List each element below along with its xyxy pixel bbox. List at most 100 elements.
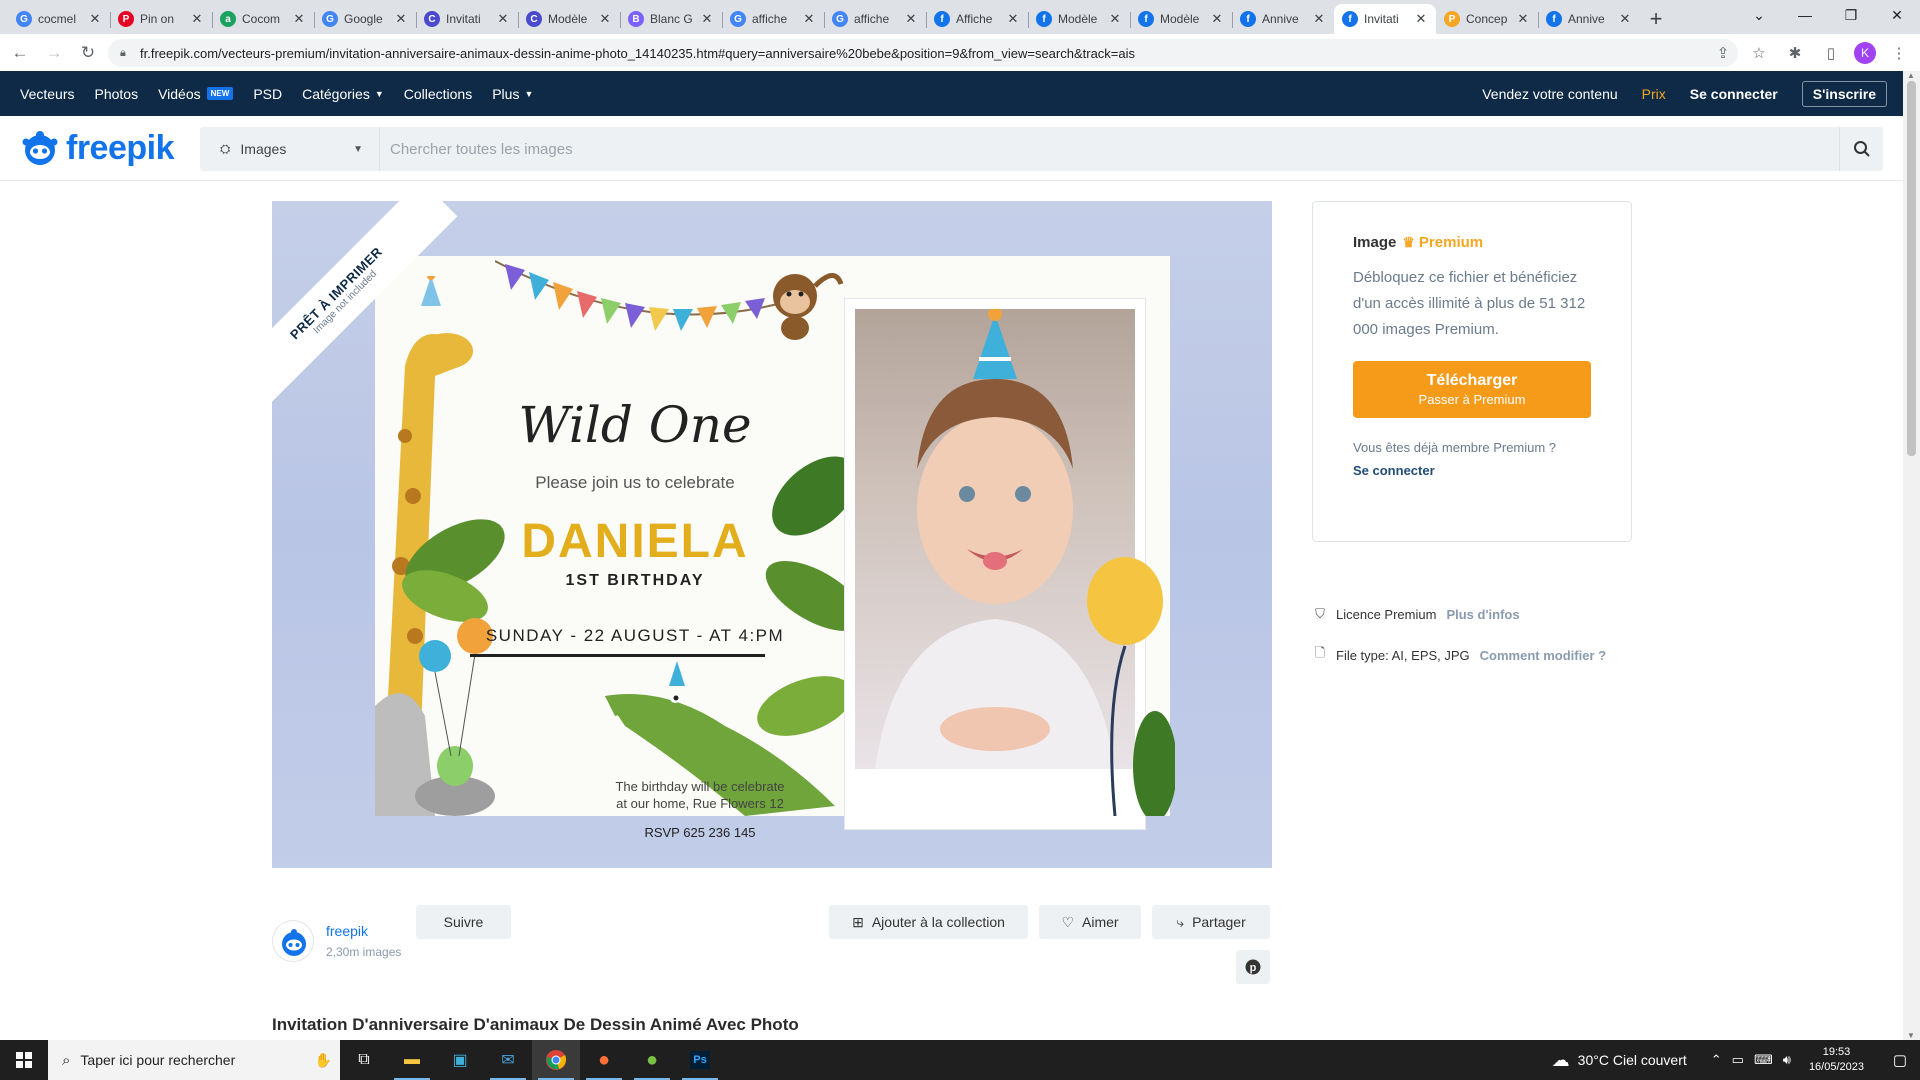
author-avatar[interactable] <box>272 920 314 962</box>
chrome-menu-icon[interactable]: ⋮ <box>1886 39 1912 67</box>
browser-tab[interactable]: f Annive ✕ <box>1232 4 1334 34</box>
side-panel-icon[interactable]: ▯ <box>1818 39 1844 67</box>
download-button[interactable]: Télécharger Passer à Premium <box>1353 361 1591 418</box>
browser-tab[interactable]: Gaffiche ✕ <box>824 4 926 34</box>
browser-tab[interactable]: Gaffiche ✕ <box>722 4 824 34</box>
share-page-icon[interactable]: ⇪ <box>1710 39 1736 67</box>
nav-photos[interactable]: Photos <box>94 86 138 102</box>
browser-tab[interactable]: C Modèle ✕ <box>518 4 620 34</box>
browser-tab[interactable]: f Annive ✕ <box>1538 4 1640 34</box>
close-tab-icon[interactable]: ✕ <box>1618 11 1632 27</box>
minimize-icon[interactable]: — <box>1782 0 1828 30</box>
search-icon: ⌕ <box>62 1051 71 1069</box>
filetype-edit-link[interactable]: Comment modifier ? <box>1480 648 1606 663</box>
chevron-up-icon[interactable]: ⌃ <box>1711 1052 1722 1068</box>
task-view-icon[interactable]: ⧉ <box>340 1040 388 1080</box>
browser-tab[interactable]: C Invitati ✕ <box>416 4 518 34</box>
close-tab-icon[interactable]: ✕ <box>1108 11 1122 27</box>
start-button[interactable] <box>0 1040 48 1080</box>
login-link[interactable]: Se connecter <box>1690 86 1778 102</box>
close-tab-icon[interactable]: ✕ <box>1414 11 1428 27</box>
browser-tab[interactable]: a Cocom ✕ <box>212 4 314 34</box>
nav-collections[interactable]: Collections <box>404 86 472 102</box>
like-button[interactable]: ♡ Aimer <box>1039 905 1141 939</box>
volume-icon[interactable]: 🔊︎ <box>1783 1052 1791 1068</box>
pinterest-share-button[interactable]: p <box>1236 950 1270 984</box>
scroll-up-icon[interactable]: ▲ <box>1907 71 1915 80</box>
url-field[interactable]: 🔒︎ fr.freepik.com/vecteurs-premium/invit… <box>108 39 1738 67</box>
scroll-down-icon[interactable]: ▼ <box>1907 1031 1915 1040</box>
store-icon[interactable]: ▣ <box>436 1040 484 1080</box>
premium-login-link[interactable]: Se connecter <box>1353 463 1591 478</box>
new-tab-button[interactable]: + <box>1640 4 1672 34</box>
close-window-icon[interactable]: ✕ <box>1874 0 1920 30</box>
browser-tab[interactable]: P Concep ✕ <box>1436 4 1538 34</box>
preview-image[interactable]: Wild One Please join us to celebrate DAN… <box>272 201 1272 868</box>
signup-button[interactable]: S'inscrire <box>1801 80 1887 107</box>
sell-content-link[interactable]: Vendez votre contenu <box>1482 86 1617 102</box>
nav-psd[interactable]: PSD <box>253 86 282 102</box>
close-tab-icon[interactable]: ✕ <box>1312 11 1326 27</box>
nav-vecteurs[interactable]: Vecteurs <box>20 86 74 102</box>
page-scrollbar[interactable]: ▲ ▼ <box>1903 71 1920 1040</box>
close-tab-icon[interactable]: ✕ <box>598 11 612 27</box>
clock[interactable]: 19:53 16/05/2023 <box>1809 1045 1864 1075</box>
browser-tab[interactable]: B Blanc G ✕ <box>620 4 722 34</box>
bookmark-star-icon[interactable]: ☆ <box>1746 39 1772 67</box>
utorrent-icon[interactable]: ● <box>628 1040 676 1080</box>
extensions-icon[interactable]: ✱ <box>1782 39 1808 67</box>
browser-tab[interactable]: f Invitati ✕ <box>1334 4 1436 34</box>
tab-title: affiche <box>854 12 890 26</box>
invite-date: SUNDAY - 22 AUGUST - AT 4:PM <box>485 626 785 645</box>
close-tab-icon[interactable]: ✕ <box>904 11 918 27</box>
close-tab-icon[interactable]: ✕ <box>1006 11 1020 27</box>
lock-icon[interactable]: 🔒︎ <box>120 47 132 60</box>
tab-search-icon[interactable]: ⌄ <box>1736 0 1782 30</box>
firefox-icon[interactable]: ● <box>580 1040 628 1080</box>
nav-videos[interactable]: Vidéos NEW <box>158 86 234 102</box>
pricing-link[interactable]: Prix <box>1642 86 1666 102</box>
close-tab-icon[interactable]: ✕ <box>394 11 408 27</box>
freepik-logo[interactable]: freepik <box>20 128 175 168</box>
close-tab-icon[interactable]: ✕ <box>1210 11 1224 27</box>
close-tab-icon[interactable]: ✕ <box>1516 11 1530 27</box>
restore-icon[interactable]: ❐ <box>1828 0 1874 30</box>
nav-plus[interactable]: Plus ▼ <box>492 86 533 102</box>
notifications-icon[interactable]: ▢ <box>1880 1040 1920 1080</box>
profile-avatar[interactable]: K <box>1854 42 1876 64</box>
share-button[interactable]: ⤷ Partager <box>1152 905 1270 939</box>
chrome-icon[interactable] <box>532 1040 580 1080</box>
mail-icon[interactable]: ✉ <box>484 1040 532 1080</box>
close-tab-icon[interactable]: ✕ <box>292 11 306 27</box>
tab-title: Modèle <box>548 12 588 26</box>
search-input[interactable]: Chercher toutes les images <box>380 141 1839 158</box>
back-icon[interactable]: ← <box>6 39 34 67</box>
close-tab-icon[interactable]: ✕ <box>190 11 204 27</box>
add-to-collection-button[interactable]: ⊞ Ajouter à la collection <box>829 905 1028 939</box>
browser-tab[interactable]: P Pin on ✕ <box>110 4 212 34</box>
taskbar-search[interactable]: ⌕ Taper ici pour rechercher ✋ <box>48 1040 340 1080</box>
photoshop-icon[interactable]: Ps <box>676 1040 724 1080</box>
scrollbar-thumb[interactable] <box>1907 81 1916 456</box>
close-tab-icon[interactable]: ✕ <box>700 11 714 27</box>
browser-tab[interactable]: G Google ✕ <box>314 4 416 34</box>
weather-widget[interactable]: ☁ 30°C Ciel couvert <box>1552 1050 1687 1071</box>
license-more-link[interactable]: Plus d'infos <box>1446 607 1519 622</box>
network-icon[interactable]: ⌨ <box>1754 1052 1773 1068</box>
search-type-select[interactable]: ⛭ Images ▼ <box>200 127 380 171</box>
meet-icon[interactable]: ▭ <box>1732 1052 1744 1068</box>
browser-tab[interactable]: f Affiche ✕ <box>926 4 1028 34</box>
browser-tab[interactable]: f Modèle ✕ <box>1130 4 1232 34</box>
browser-tab[interactable]: Gcocmel ✕ <box>8 4 110 34</box>
author-name[interactable]: freepik <box>326 923 401 939</box>
close-tab-icon[interactable]: ✕ <box>88 11 102 27</box>
close-tab-icon[interactable]: ✕ <box>802 11 816 27</box>
close-tab-icon[interactable]: ✕ <box>496 11 510 27</box>
forward-icon[interactable]: → <box>40 39 68 67</box>
browser-tab[interactable]: f Modèle ✕ <box>1028 4 1130 34</box>
nav-categories[interactable]: Catégories ▼ <box>302 86 384 102</box>
search-button[interactable] <box>1839 127 1883 171</box>
reload-icon[interactable]: ↻ <box>74 39 102 67</box>
file-explorer-icon[interactable]: ▬ <box>388 1040 436 1080</box>
follow-button[interactable]: Suivre <box>416 905 511 939</box>
